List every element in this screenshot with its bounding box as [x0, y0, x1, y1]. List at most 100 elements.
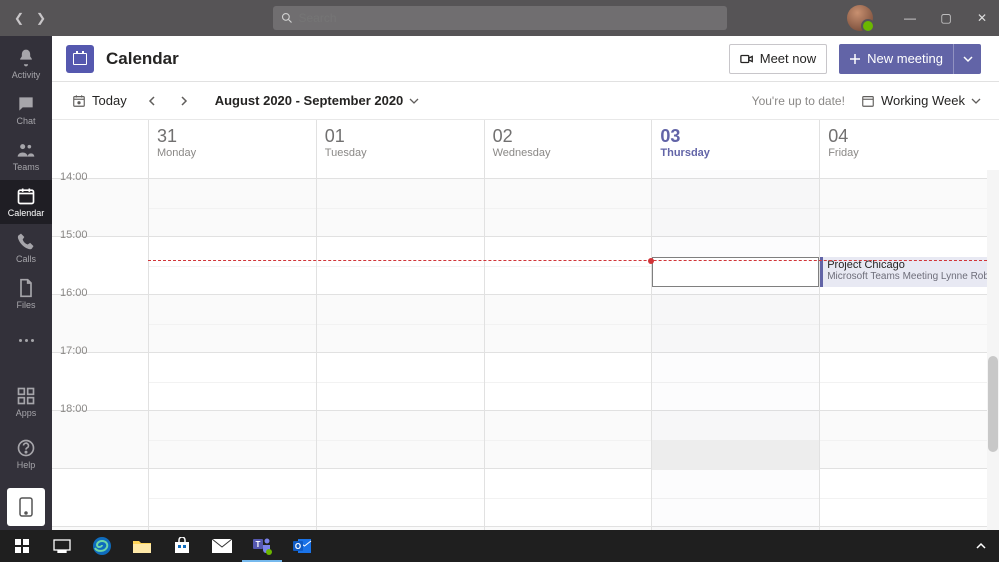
rail-activity[interactable]: Activity: [0, 42, 52, 86]
rail-apps[interactable]: Apps: [0, 380, 52, 424]
taskbar-edge[interactable]: [82, 530, 122, 562]
blocked-time: [652, 440, 819, 470]
time-slot-selection[interactable]: [652, 257, 819, 287]
bell-icon: [16, 48, 36, 68]
day-header[interactable]: 03Thursday: [651, 120, 819, 170]
new-meeting-label: New meeting: [867, 51, 943, 66]
outlook-icon: O: [292, 536, 312, 556]
calendar-grid[interactable]: 31Monday01Tuesday02Wednesday03Thursday04…: [52, 120, 999, 530]
day-column[interactable]: Project ChicagoMicrosoft Teams Meeting L…: [819, 170, 987, 530]
hour-label: 15:00: [52, 229, 142, 241]
day-header[interactable]: 01Tuesday: [316, 120, 484, 170]
windows-taskbar: T O: [0, 530, 999, 562]
new-meeting-split-button: New meeting: [839, 44, 981, 74]
taskbar-start[interactable]: [2, 530, 42, 562]
meet-now-label: Meet now: [760, 51, 816, 66]
rail-chat[interactable]: Chat: [0, 88, 52, 132]
today-label: Today: [92, 93, 127, 108]
day-column[interactable]: [484, 170, 652, 530]
app-rail: Activity Chat Teams Calendar Calls Files: [0, 36, 52, 530]
nav-back-button[interactable]: ❮: [10, 11, 28, 25]
meet-now-button[interactable]: Meet now: [729, 44, 827, 74]
rail-teams[interactable]: Teams: [0, 134, 52, 178]
calendar-app-icon: [66, 45, 94, 73]
view-label: Working Week: [881, 93, 965, 108]
rail-activity-label: Activity: [12, 70, 41, 80]
video-icon: [740, 52, 754, 66]
day-name: Monday: [157, 147, 308, 159]
rail-calendar-label: Calendar: [8, 208, 45, 218]
taskbar-mail[interactable]: [202, 530, 242, 562]
scrollbar-thumb[interactable]: [988, 356, 998, 452]
scrollbar-track[interactable]: [987, 170, 999, 530]
rail-files[interactable]: Files: [0, 272, 52, 316]
day-number: 03: [660, 126, 811, 147]
rail-teams-label: Teams: [13, 162, 40, 172]
plus-icon: [849, 53, 861, 65]
month-range-label: August 2020 - September 2020: [215, 93, 404, 108]
day-column[interactable]: [316, 170, 484, 530]
day-header[interactable]: 31Monday: [148, 120, 316, 170]
day-number: 04: [828, 126, 979, 147]
search-icon: [281, 12, 293, 24]
taskview-icon: [53, 539, 71, 553]
window-minimize-button[interactable]: ―: [893, 0, 927, 36]
day-header[interactable]: 02Wednesday: [484, 120, 652, 170]
rail-more[interactable]: [0, 318, 52, 362]
view-switcher[interactable]: Working Week: [861, 93, 981, 108]
avatar[interactable]: [847, 5, 873, 31]
day-header[interactable]: 04Friday: [819, 120, 987, 170]
event-subtitle: Microsoft Teams Meeting Lynne Robb: [827, 271, 983, 282]
calendar-event[interactable]: Project ChicagoMicrosoft Teams Meeting L…: [820, 257, 987, 287]
svg-text:O: O: [295, 542, 301, 551]
day-number: 01: [325, 126, 476, 147]
teams-app-icon: T: [252, 535, 272, 555]
chevron-down-icon: [971, 96, 981, 106]
day-column[interactable]: [148, 170, 316, 530]
rail-calendar[interactable]: Calendar: [0, 180, 52, 224]
month-range-picker[interactable]: August 2020 - September 2020: [215, 93, 420, 108]
week-view-icon: [861, 94, 875, 108]
new-meeting-button[interactable]: New meeting: [839, 44, 953, 74]
help-icon: [16, 438, 36, 458]
rail-chat-label: Chat: [16, 116, 35, 126]
apps-icon: [16, 386, 36, 406]
rail-calls[interactable]: Calls: [0, 226, 52, 270]
taskbar-teams[interactable]: T: [242, 530, 282, 562]
chevron-up-icon: [976, 541, 986, 551]
rail-mobile-button[interactable]: [7, 488, 45, 526]
chevron-down-icon: [963, 54, 973, 64]
window-maximize-button[interactable]: ▢: [929, 0, 963, 36]
day-number: 31: [157, 126, 308, 147]
calendar-icon: [16, 186, 36, 206]
next-week-button[interactable]: [171, 88, 197, 114]
edge-icon: [92, 536, 112, 556]
current-time-indicator: [148, 260, 987, 261]
chevron-right-icon: [179, 96, 189, 106]
new-meeting-dropdown[interactable]: [953, 44, 981, 74]
taskbar-explorer[interactable]: [122, 530, 162, 562]
taskbar-tray-expand[interactable]: [969, 530, 993, 562]
folder-icon: [132, 538, 152, 554]
chevron-down-icon: [409, 96, 419, 106]
day-name: Tuesday: [325, 147, 476, 159]
taskbar-store[interactable]: [162, 530, 202, 562]
prev-week-button[interactable]: [139, 88, 165, 114]
today-button[interactable]: Today: [66, 89, 133, 112]
taskbar-task-view[interactable]: [42, 530, 82, 562]
chevron-left-icon: [147, 96, 157, 106]
window-close-button[interactable]: ✕: [965, 0, 999, 36]
day-name: Friday: [828, 147, 979, 159]
day-column[interactable]: [651, 170, 819, 530]
title-bar: ❮ ❯ ― ▢ ✕: [0, 0, 999, 36]
chat-icon: [16, 94, 36, 114]
mobile-icon: [19, 497, 33, 517]
ellipsis-icon: [19, 339, 34, 342]
taskbar-outlook[interactable]: O: [282, 530, 322, 562]
nav-forward-button[interactable]: ❯: [32, 11, 50, 25]
mail-icon: [212, 539, 232, 553]
page-title: Calendar: [106, 49, 179, 69]
search-input[interactable]: [299, 11, 719, 25]
rail-help[interactable]: Help: [0, 432, 52, 476]
search-box[interactable]: [273, 6, 727, 30]
